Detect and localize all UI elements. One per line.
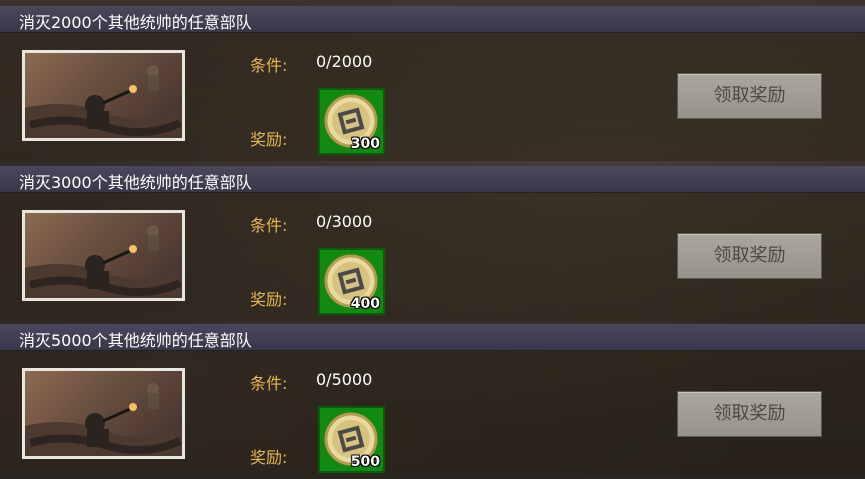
battle-thumbnail <box>22 368 185 459</box>
condition-value: 0/5000 <box>316 370 373 389</box>
battle-thumbnail <box>22 210 185 301</box>
condition-label: 条件: <box>250 216 288 235</box>
task-body: 条件: 0/3000 奖励: 400 领取奖励 <box>0 192 865 321</box>
task-title: 消灭5000个其他统帅的任意部队 <box>19 331 252 350</box>
claim-reward-button[interactable]: 领取奖励 <box>677 391 822 437</box>
task-title: 消灭2000个其他统帅的任意部队 <box>19 13 252 32</box>
condition-label: 条件: <box>250 56 288 75</box>
task-header: 消灭5000个其他统帅的任意部队 <box>0 324 865 351</box>
task-body: 条件: 0/2000 奖励: 300 领取奖励 <box>0 32 865 161</box>
reward-label: 奖励: <box>250 448 288 467</box>
reward-count: 300 <box>350 136 380 152</box>
reward-item[interactable]: 300 <box>318 88 385 155</box>
reward-label: 奖励: <box>250 290 288 309</box>
claim-reward-button[interactable]: 领取奖励 <box>677 233 822 279</box>
task-card: 消灭5000个其他统帅的任意部队 条件: 0/5000 奖励: 500 领取奖励 <box>0 324 865 479</box>
reward-count: 400 <box>350 296 380 312</box>
battle-thumbnail <box>22 50 185 141</box>
task-card: 消灭2000个其他统帅的任意部队 条件: 0/2000 奖励: 300 领取奖励 <box>0 6 865 161</box>
reward-item[interactable]: 400 <box>318 248 385 315</box>
reward-label: 奖励: <box>250 130 288 149</box>
task-body: 条件: 0/5000 奖励: 500 领取奖励 <box>0 350 865 474</box>
claim-reward-button[interactable]: 领取奖励 <box>677 73 822 119</box>
condition-value: 0/2000 <box>316 52 373 71</box>
condition-label: 条件: <box>250 374 288 393</box>
condition-value: 0/3000 <box>316 212 373 231</box>
reward-item[interactable]: 500 <box>318 406 385 473</box>
task-header: 消灭2000个其他统帅的任意部队 <box>0 6 865 33</box>
reward-count: 500 <box>350 454 380 470</box>
task-title: 消灭3000个其他统帅的任意部队 <box>19 173 252 192</box>
task-header: 消灭3000个其他统帅的任意部队 <box>0 166 865 193</box>
task-card: 消灭3000个其他统帅的任意部队 条件: 0/3000 奖励: 400 领取奖励 <box>0 166 865 321</box>
